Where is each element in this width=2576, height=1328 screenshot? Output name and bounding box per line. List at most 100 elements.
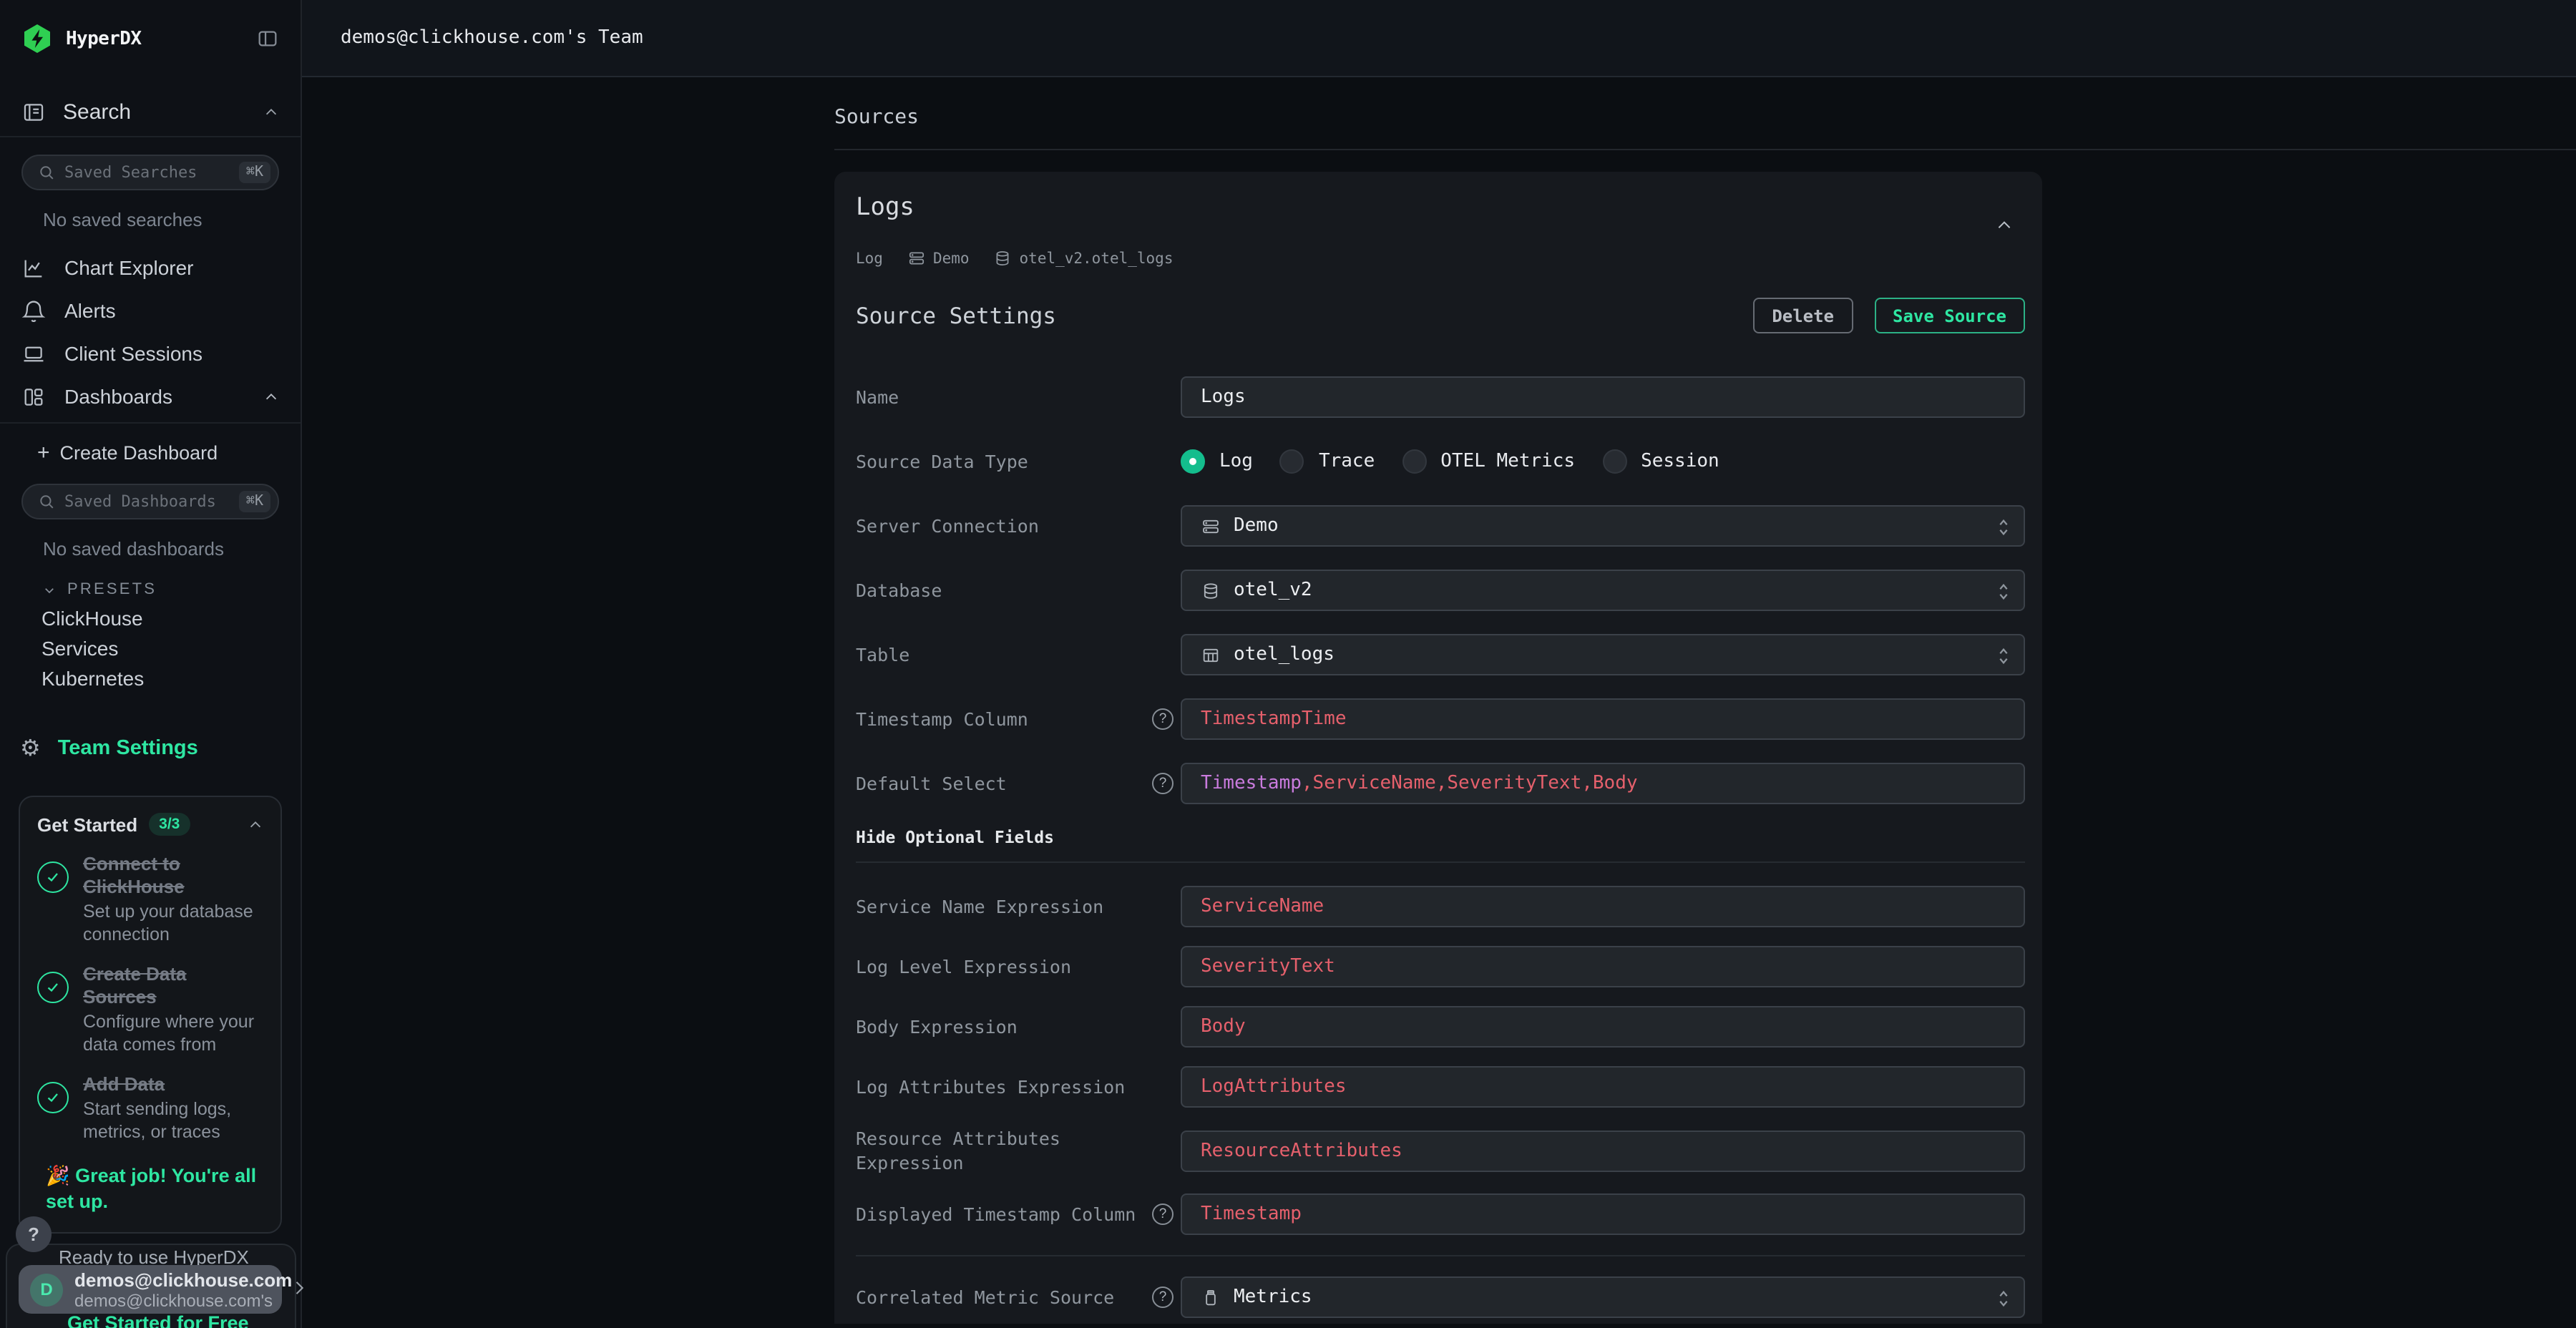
- main-area: Sources Logs Log: [302, 77, 2576, 1328]
- code-value: Timestamp: [1201, 773, 1302, 794]
- tag-label: Log: [856, 250, 883, 267]
- plus-icon: +: [37, 441, 50, 463]
- step-desc: Set up your database connection: [83, 902, 263, 946]
- help-icon[interactable]: ?: [1152, 773, 1174, 794]
- collapse-sidebar-icon[interactable]: [256, 27, 279, 50]
- select-value: otel_logs: [1234, 644, 1335, 665]
- select-value: otel_v2: [1234, 580, 1312, 601]
- help-button[interactable]: ?: [16, 1216, 52, 1252]
- field-name: Name Logs: [856, 376, 2025, 418]
- sidebar-item-chart-explorer[interactable]: Chart Explorer: [0, 246, 301, 289]
- preset-label: Services: [42, 636, 118, 659]
- resource-attributes-expression-input[interactable]: ResourceAttributes: [1181, 1130, 2025, 1171]
- field-label: Database: [856, 578, 1152, 602]
- saved-searches-input[interactable]: Saved Searches ⌘K: [21, 155, 279, 190]
- step-title: Connect to ClickHouse: [83, 853, 263, 899]
- radio-log[interactable]: Log: [1181, 449, 1253, 474]
- service-name-expression-input[interactable]: ServiceName: [1181, 886, 2025, 927]
- sidebar-item-dashboards[interactable]: Dashboards: [0, 375, 301, 418]
- sidebar-header: HyperDX: [0, 0, 301, 77]
- database-select[interactable]: otel_v2: [1181, 570, 2025, 611]
- default-select-input[interactable]: Timestamp,ServiceName,SeverityText,Body: [1181, 763, 2025, 804]
- shortcut-badge: ⌘K: [239, 162, 270, 183]
- step-title: Create Data Sources: [83, 963, 263, 1009]
- log-level-expression-input[interactable]: SeverityText: [1181, 946, 2025, 987]
- user-menu-item[interactable]: D demos@clickhouse.com demos@clickhouse.…: [19, 1265, 282, 1314]
- get-started-done-text: 🎉 Great job! You're all set up.: [46, 1163, 263, 1215]
- sidebar-item-alerts[interactable]: Alerts: [0, 289, 301, 332]
- source-data-type-radios: Log Trace OTEL Metrics: [1181, 449, 2025, 474]
- sidebar-item-search[interactable]: Search: [0, 92, 301, 132]
- code-value: LogAttributes: [1201, 1076, 1347, 1098]
- help-icon[interactable]: ?: [1152, 1204, 1174, 1225]
- saved-dashboards-input[interactable]: Saved Dashboards ⌘K: [21, 484, 279, 519]
- check-circle-icon: [37, 861, 69, 893]
- field-label: Body Expression: [856, 1015, 1152, 1039]
- sidebar-item-client-sessions[interactable]: Client Sessions: [0, 332, 301, 375]
- help-icon[interactable]: ?: [1152, 1286, 1174, 1308]
- preset-item-clickhouse[interactable]: ClickHouse: [0, 602, 301, 633]
- presets-toggle[interactable]: PRESETS: [43, 577, 301, 602]
- correlated-metric-source-select[interactable]: Metrics: [1181, 1276, 2025, 1318]
- sidebar-item-team-settings[interactable]: ⚙ Team Settings: [0, 727, 301, 770]
- table-select[interactable]: otel_logs: [1181, 634, 2025, 675]
- field-timestamp-column: Timestamp Column ? TimestampTime: [856, 698, 2025, 740]
- get-started-step-add-data[interactable]: Add Data Start sending logs, metrics, or…: [37, 1073, 263, 1143]
- source-settings-form: Name Logs Source Data Type: [856, 376, 2025, 1328]
- tag-log: Log: [856, 250, 883, 267]
- help-icon[interactable]: ?: [1152, 708, 1174, 730]
- no-saved-dashboards-text: No saved dashboards: [43, 538, 279, 560]
- check-circle-icon: [37, 1082, 69, 1113]
- timestamp-column-input[interactable]: TimestampTime: [1181, 698, 2025, 740]
- radio-icon: [1402, 449, 1426, 474]
- radio-session[interactable]: Session: [1602, 449, 1719, 474]
- radio-otel-metrics[interactable]: OTEL Metrics: [1402, 449, 1575, 474]
- sidebar-item-label: Chart Explorer: [64, 256, 194, 279]
- preset-item-services[interactable]: Services: [0, 633, 301, 663]
- sidebar: HyperDX Search: [0, 0, 302, 1328]
- chevron-up-icon[interactable]: [248, 816, 263, 832]
- shortcut-badge: ⌘K: [239, 491, 270, 512]
- preset-label: Kubernetes: [42, 666, 144, 689]
- code-value: ServiceName: [1201, 896, 1324, 917]
- step-title: Add Data: [83, 1073, 263, 1096]
- tag-label: Demo: [933, 250, 970, 267]
- create-dashboard-button[interactable]: + Create Dashboard: [0, 431, 301, 474]
- chevron-up-icon[interactable]: [1995, 216, 2014, 235]
- field-default-select: Default Select ? Timestamp,ServiceName,S…: [856, 763, 2025, 804]
- user-email: demos@clickhouse.com: [74, 1269, 270, 1290]
- create-dashboard-label: Create Dashboard: [60, 441, 218, 463]
- field-database: Database otel_v2: [856, 570, 2025, 611]
- sidebar-item-label: Dashboards: [64, 385, 172, 408]
- field-log-level-expression: Log Level Expression SeverityText: [856, 946, 2025, 987]
- chevron-up-icon[interactable]: [263, 389, 279, 404]
- topbar: demos@clickhouse.com's Team: [302, 0, 2576, 77]
- get-started-step-sources[interactable]: Create Data Sources Configure where your…: [37, 963, 263, 1056]
- preset-item-kubernetes[interactable]: Kubernetes: [0, 663, 301, 693]
- get-started-title: Get Started: [37, 814, 137, 835]
- laptop-icon: [21, 341, 46, 366]
- preset-label: ClickHouse: [42, 606, 143, 629]
- field-label: Log Level Expression: [856, 954, 1152, 979]
- log-attributes-expression-input[interactable]: LogAttributes: [1181, 1066, 2025, 1108]
- chevron-up-icon[interactable]: [263, 104, 279, 119]
- delete-button[interactable]: Delete: [1753, 298, 1853, 333]
- no-saved-searches-text: No saved searches: [43, 209, 279, 230]
- get-started-step-connect[interactable]: Connect to ClickHouse Set up your databa…: [37, 853, 263, 946]
- hide-optional-fields-toggle[interactable]: Hide Optional Fields: [856, 827, 2025, 847]
- chevron-right-icon[interactable]: [289, 1275, 309, 1301]
- radio-trace[interactable]: Trace: [1280, 449, 1375, 474]
- get-started-free-link[interactable]: Get Started for Free: [67, 1312, 249, 1328]
- code-value: TimestampTime: [1201, 708, 1347, 730]
- code-value: Timestamp: [1201, 1204, 1302, 1225]
- body-expression-input[interactable]: Body: [1181, 1006, 2025, 1048]
- server-connection-select[interactable]: Demo: [1181, 505, 2025, 547]
- app-window: HyperDX Search: [0, 0, 2576, 1328]
- source-card-title: Logs: [856, 193, 1995, 222]
- displayed-timestamp-column-input[interactable]: Timestamp: [1181, 1193, 2025, 1235]
- save-source-button[interactable]: Save Source: [1874, 298, 2025, 333]
- table-icon: [1201, 645, 1221, 665]
- content: demos@clickhouse.com's Team Sources Logs…: [302, 0, 2576, 1328]
- name-input[interactable]: Logs: [1181, 376, 2025, 418]
- field-label: Default Select: [856, 771, 1152, 796]
